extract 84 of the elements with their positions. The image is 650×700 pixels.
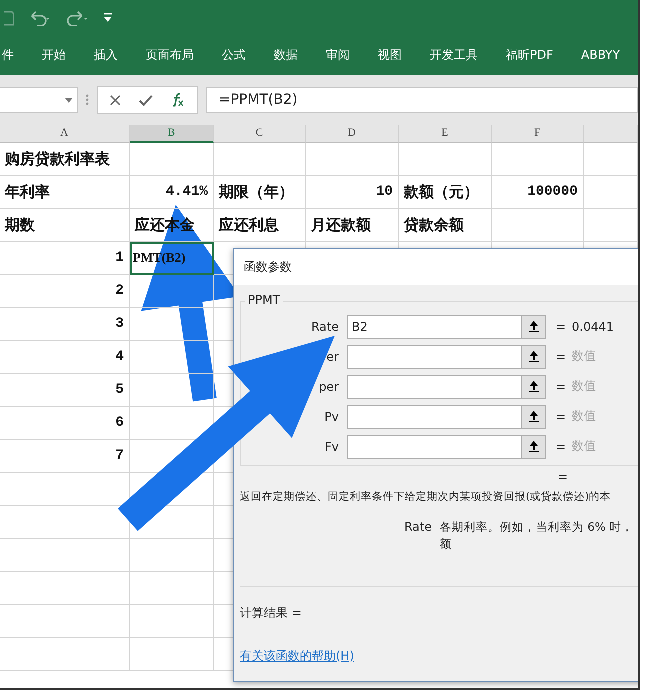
column-header[interactable]: B xyxy=(130,125,214,143)
ribbon-tab[interactable]: 视图 xyxy=(364,41,416,69)
table-cell: 4 xyxy=(0,341,130,374)
equals-sign: = xyxy=(556,320,568,334)
upload-arrow-icon xyxy=(528,381,538,392)
column-header[interactable]: F xyxy=(492,125,584,143)
ribbon-tab[interactable]: 开始 xyxy=(28,41,80,69)
table-cell: 购房贷款利率表 xyxy=(0,143,130,176)
redo-icon[interactable] xyxy=(66,10,90,26)
collapse-button[interactable] xyxy=(522,434,546,458)
table-cell: 4.41% xyxy=(130,176,214,209)
table-cell: 10 xyxy=(306,176,399,209)
formula-field[interactable]: =PPMT(B2) xyxy=(206,87,638,113)
ribbon-tab[interactable]: 页面布局 xyxy=(132,41,208,69)
table-cell: 7 xyxy=(0,440,130,473)
function-name: PPMT xyxy=(245,293,284,307)
ribbon-tab[interactable]: 数据 xyxy=(260,41,312,69)
check-icon[interactable] xyxy=(139,94,153,106)
argument-label: per xyxy=(318,380,340,394)
argument-field[interactable] xyxy=(347,404,522,428)
equals-sign: = xyxy=(556,440,568,454)
upload-arrow-icon xyxy=(528,441,538,452)
argument-result: 数值 xyxy=(572,348,596,365)
table-cell: 贷款余额 xyxy=(399,209,492,242)
result-label: 计算结果 = xyxy=(240,605,303,622)
table-cell: 应还利息 xyxy=(214,209,306,242)
customize-icon[interactable] xyxy=(104,12,112,22)
equals-sign: = xyxy=(558,470,570,484)
table-cell: 款额（元） xyxy=(399,176,492,209)
ribbon-tab[interactable]: 件 xyxy=(0,41,28,69)
argument-result: 数值 xyxy=(572,378,596,395)
equals-sign: = xyxy=(556,350,568,364)
help-link[interactable]: 有关该函数的帮助(H) xyxy=(240,648,354,665)
argument-field[interactable] xyxy=(347,434,522,458)
ribbon-tab[interactable]: 福昕PDF xyxy=(492,41,568,69)
upload-arrow-icon xyxy=(528,321,538,332)
grip-icon xyxy=(86,94,89,106)
column-header[interactable]: E xyxy=(399,125,492,143)
ribbon-tab[interactable]: 开发工具 xyxy=(416,41,492,69)
argument-label: Rate xyxy=(310,320,340,334)
function-description: 返回在定期偿还、固定利率条件下给定期次内某项投资回报(或贷款偿还)的本 xyxy=(240,490,612,504)
argument-result: 0.0441 xyxy=(572,320,614,334)
table-cell: 100000 xyxy=(492,176,584,209)
collapse-button[interactable] xyxy=(522,374,546,398)
argument-field[interactable] xyxy=(347,344,522,368)
function-icon[interactable] xyxy=(171,93,185,107)
ribbon-tab[interactable]: 审阅 xyxy=(312,41,364,69)
cancel-icon[interactable] xyxy=(110,94,121,106)
collapse-button[interactable] xyxy=(522,344,546,368)
collapse-button[interactable] xyxy=(522,404,546,428)
dialog-title: 函数参数 xyxy=(244,258,292,276)
argument-label: Fv xyxy=(324,440,340,454)
table-cell: 年利率 xyxy=(0,176,130,209)
argument-help-text: 各期利率。例如，当利率为 6% 时， xyxy=(440,520,634,535)
argument-field[interactable]: B2 xyxy=(347,314,522,338)
table-cell: 2 xyxy=(0,275,130,308)
table-cell xyxy=(584,176,638,209)
collapse-button[interactable] xyxy=(522,314,546,338)
table-cell: 期数 xyxy=(0,209,130,242)
equals-sign: = xyxy=(556,410,568,424)
column-header[interactable]: A xyxy=(0,125,130,143)
column-header[interactable]: C xyxy=(214,125,306,143)
table-cell: 期限（年） xyxy=(214,176,306,209)
ribbon-tab[interactable]: 公式 xyxy=(208,41,260,69)
table-cell: 1 xyxy=(0,242,130,275)
table-cell: 6 xyxy=(0,407,130,440)
argument-result: 数值 xyxy=(572,408,596,425)
column-header[interactable]: D xyxy=(306,125,399,143)
argument-result: 数值 xyxy=(572,438,596,455)
ribbon-tab[interactable]: 插入 xyxy=(80,41,132,69)
table-cell xyxy=(584,143,638,176)
equals-sign: = xyxy=(556,380,568,394)
ribbon-tab[interactable]: ABBYY xyxy=(567,41,634,69)
table-cell: 5 xyxy=(0,374,130,407)
upload-arrow-icon xyxy=(528,411,538,422)
upload-arrow-icon xyxy=(528,351,538,362)
table-cell: 3 xyxy=(0,308,130,341)
argument-label: Pv xyxy=(324,410,340,424)
argument-field[interactable] xyxy=(347,374,522,398)
argument-help-text: 额 xyxy=(440,537,453,552)
dropdown-icon xyxy=(65,98,73,102)
argument-label: er xyxy=(326,350,340,364)
argument-label: Rate xyxy=(403,520,432,536)
table-cell: 月还款额 xyxy=(306,209,399,242)
